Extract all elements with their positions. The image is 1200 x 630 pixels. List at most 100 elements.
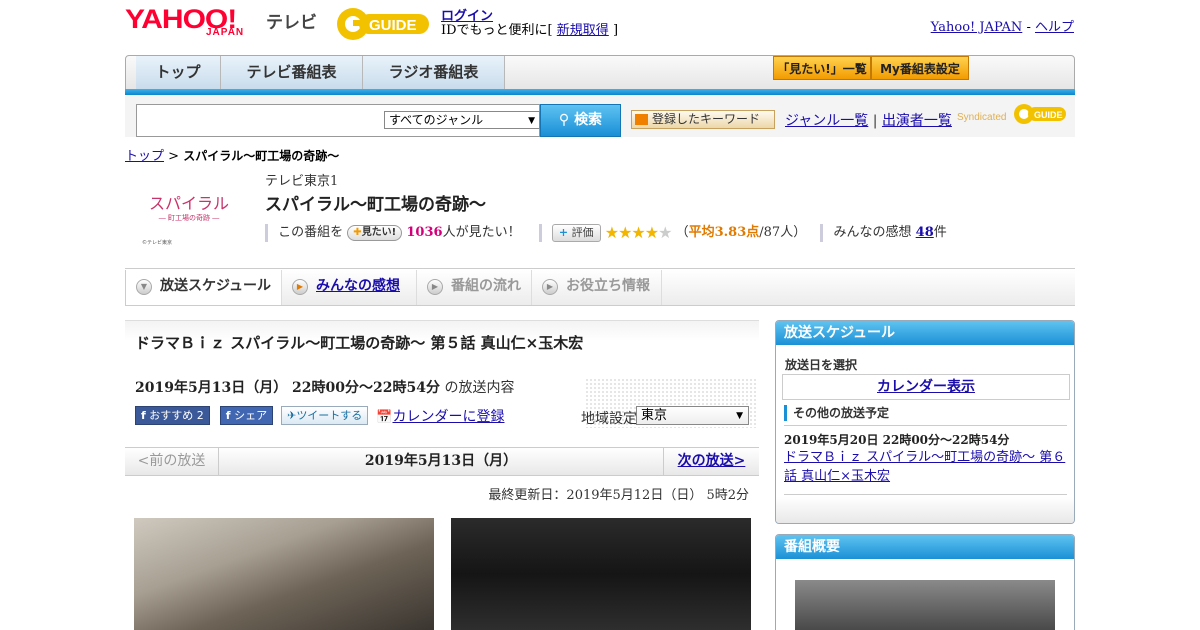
tab-schedule-label: 放送スケジュール [160,278,272,294]
facebook-icon: f [225,409,231,422]
avg-count: /87人） [759,225,807,240]
gguide-small-logo: GUIDE [1014,104,1066,124]
fb-share-label: シェア [234,409,268,422]
dropdown-icon [635,114,648,125]
chevron-right-icon: ▶ [427,279,443,295]
nav-tab-radio[interactable]: ラジオ番組表 [363,56,505,89]
episode-date-time: 2019年5月13日（月） 22時00分～22時54分 [135,380,440,396]
login-sub: IDでもっと便利に[ 新規取得 ] [441,19,618,38]
tab-flow[interactable]: ▶ 番組の流れ [417,270,532,305]
rating-button-label: 評価 [571,225,594,239]
mitai-list-button[interactable]: 「見たい!」一覧 [773,56,871,80]
tweet-button[interactable]: ✈ツイートする [281,406,369,425]
mitai-button-label: 見たい! [361,226,397,238]
other-schedule-label: その他の放送予定 [784,405,1067,421]
calendar-icon: 📅 [376,410,393,425]
breadcrumb-current: スパイラル～町工場の奇跡～ [183,149,340,163]
calendar-register-link[interactable]: カレンダーに登録 [393,409,505,425]
rating-stars: ★★★★★ [604,223,673,242]
main-nav: トップ テレビ番組表 ラジオ番組表 「見たい!」一覧 My番組表設定 [125,55,1075,93]
tweet-label: ツイートする [296,409,363,422]
mitai-suffix: 人が見たい！ [442,225,521,240]
help-link[interactable]: ヘルプ [1035,20,1074,35]
svg-text:GUIDE: GUIDE [369,17,417,34]
top-right-links: Yahoo! JAPAN - ヘルプ [931,16,1074,35]
genre-links: ジャンル一覧 | 出演者一覧 [785,110,952,130]
svg-text:GUIDE: GUIDE [1034,110,1063,120]
pager-date: 2019年5月13日（月） [364,453,518,469]
tab-impressions-label: みんなの感想 [316,278,400,294]
rating-button[interactable]: + 評価 [551,223,601,242]
mitai-button[interactable]: ✚見たい! [347,224,403,241]
sidebar-schedule: 放送スケジュール 放送日を選択 カレンダー表示 その他の放送予定 2019年5月… [775,320,1075,524]
chevron-down-icon: ▼ [736,411,743,421]
sidebar-overview: 番組概要 [775,534,1075,630]
impressions-count[interactable]: 48 [916,225,934,240]
twitter-icon: ✈ [287,409,297,422]
top-right-sep: - [1026,20,1031,35]
performer-list-link[interactable]: 出演者一覧 [882,113,952,129]
search-button[interactable]: ⚲ 検索 [540,104,621,137]
syndicated-label: Syndicated [957,112,1007,123]
nav-tab-tv[interactable]: テレビ番組表 [221,56,363,89]
avg-rating: 平均3.83点 [688,225,760,240]
chevron-down-icon: ▼ [528,116,535,126]
empty-star-icon: ★ [658,223,672,242]
yahoo-japan-link[interactable]: Yahoo! JAPAN [931,20,1023,35]
region-label: 地域設定 [581,411,637,427]
episode-photo-2[interactable] [451,518,751,630]
tab-flow-label: 番組の流れ [451,278,521,294]
this-program-label: この番組を [278,225,344,240]
channel-name: テレビ東京1 [265,174,339,189]
region-select[interactable]: 東京 ▼ [636,406,749,425]
thumb-sub: ― 町工場の奇跡 ― [159,213,219,222]
genre-list-link[interactable]: ジャンル一覧 [785,113,868,129]
overview-photo[interactable] [795,580,1055,630]
social-buttons: f おすすめ 2f シェア ✈ツイートする 📅カレンダーに登録 [135,406,505,426]
next-schedule-link[interactable]: ドラマＢｉｚ スパイラル～町工場の奇跡～ 第６話 真山仁×玉木宏 [784,448,1068,486]
genre-links-sep: | [872,113,878,129]
tab-useful-info[interactable]: ▶ お役立ち情報 [532,270,662,305]
registered-keyword-label: 登録したキーワード [652,112,761,126]
next-broadcast-link[interactable]: 次の放送> [663,448,759,475]
prev-broadcast-button[interactable]: <前の放送 [125,448,219,475]
region-selected: 東京 [641,408,668,423]
thumb-title: スパイラル [149,194,229,213]
breadcrumb-sep: > [168,149,180,164]
login-sub-suffix: ] [612,23,619,38]
tab-impressions[interactable]: ▶ みんなの感想 [282,270,417,305]
impressions-suffix: 件 [933,225,947,240]
episode-title: ドラマＢｉｚ スパイラル～町工場の奇跡～ 第５話 真山仁×玉木宏 [135,334,584,352]
registered-keyword-button[interactable]: 登録したキーワード [631,110,775,129]
facebook-icon: f [141,409,146,422]
header-divider [125,268,1075,269]
breadcrumb: トップ > スパイラル～町工場の奇跡～ [125,145,339,164]
search-icon: ⚲ [558,112,570,128]
genre-select[interactable]: すべてのジャンル ▼ [384,111,540,129]
fb-recommend-button[interactable]: f おすすめ 2 [135,406,210,425]
program-title: スパイラル～町工場の奇跡～ [265,195,486,215]
plus-icon: + [558,225,569,239]
last-updated: 最終更新日：2019年5月12日（日） 5時2分 [488,488,749,503]
yahoo-japan-label: JAPAN [206,27,245,38]
fb-share-button[interactable]: f シェア [219,406,274,425]
half-star-icon: ★ [644,223,659,242]
nav-tab-top[interactable]: トップ [136,56,221,89]
sidebar-schedule-head: 放送スケジュール [776,321,1074,345]
gguide-logo: GUIDE [337,8,429,40]
tab-useful-info-label: お役立ち情報 [566,278,650,294]
episode-photo-1[interactable] [134,518,434,630]
divider [784,425,1067,426]
mitai-count: 1036 [406,225,443,240]
sidebar-overview-head: 番組概要 [776,535,1074,559]
breadcrumb-top[interactable]: トップ [125,149,164,164]
tab-schedule[interactable]: ▼ 放送スケジュール [125,270,282,305]
calendar-display-button[interactable]: カレンダー表示 [782,374,1070,400]
divider [784,494,1067,495]
program-thumbnail[interactable]: スパイラル ― 町工場の奇跡 ― ©テレビ東京 [140,182,238,250]
my-bangumi-button[interactable]: My番組表設定 [871,56,969,80]
signup-link[interactable]: 新規取得 [557,23,609,38]
search-button-label: 検索 [574,112,603,128]
stats-divider [820,223,824,242]
chevron-right-icon: ▶ [542,279,558,295]
